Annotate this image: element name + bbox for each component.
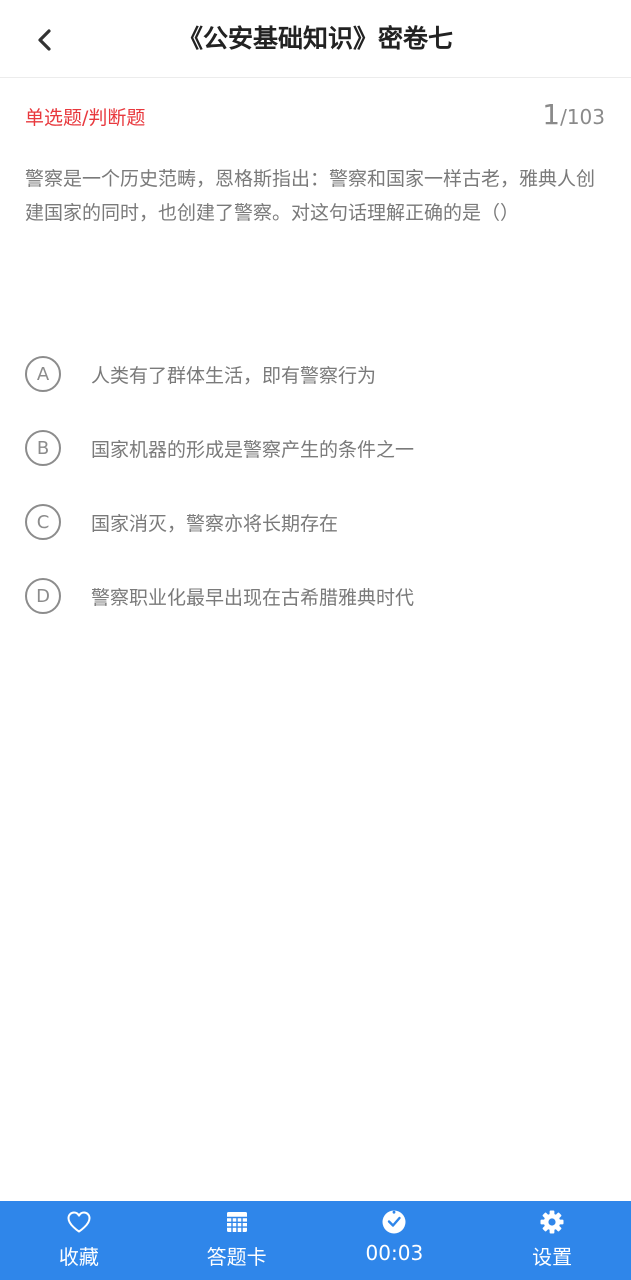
option-text: 国家机器的形成是警察产生的条件之一: [91, 438, 415, 461]
option-letter-badge: D: [25, 578, 61, 614]
page-title: 《公安基础知识》密卷七: [177, 24, 453, 53]
question-type-label: 单选题/判断题: [25, 107, 146, 129]
option-b[interactable]: B 国家机器的形成是警察产生的条件之一: [25, 428, 605, 468]
option-c[interactable]: C 国家消灭，警察亦将长期存在: [25, 502, 605, 542]
timer-display: 00:03: [316, 1201, 474, 1280]
option-text: 国家消灭，警察亦将长期存在: [91, 512, 339, 535]
timer-label: 00:03: [365, 1241, 424, 1265]
gear-icon: [539, 1209, 565, 1235]
heart-outline-icon: [66, 1209, 92, 1235]
chevron-left-icon: [38, 29, 51, 51]
answer-options: A 人类有了群体生活，即有警察行为 B 国家机器的形成是警察产生的条件之一 C …: [25, 354, 605, 650]
favorite-button[interactable]: 收藏: [0, 1201, 158, 1280]
settings-button[interactable]: 设置: [473, 1201, 631, 1280]
top-nav-bar: 《公安基础知识》密卷七: [0, 0, 631, 78]
option-letter-badge: C: [25, 504, 61, 540]
option-text: 警察职业化最早出现在古希腊雅典时代: [91, 586, 415, 609]
grid-card-icon: [226, 1209, 248, 1235]
progress-separator: /: [560, 105, 567, 129]
question-text: 警察是一个历史范畴，恩格斯指出：警察和国家一样古老，雅典人创建国家的同时，也创建…: [25, 168, 596, 224]
clock-icon: [381, 1209, 407, 1235]
option-a[interactable]: A 人类有了群体生活，即有警察行为: [25, 354, 605, 394]
option-text: 人类有了群体生活，即有警察行为: [91, 364, 377, 387]
answer-card-label: 答题卡: [206, 1245, 267, 1269]
total-question-count: 103: [566, 105, 605, 129]
back-button[interactable]: [22, 18, 66, 62]
question-progress: 1/103: [542, 98, 605, 131]
settings-label: 设置: [532, 1245, 573, 1269]
option-d[interactable]: D 警察职业化最早出现在古希腊雅典时代: [25, 576, 605, 616]
option-letter-badge: A: [25, 356, 61, 392]
answer-card-button[interactable]: 答题卡: [158, 1201, 316, 1280]
favorite-label: 收藏: [58, 1245, 99, 1269]
option-letter-badge: B: [25, 430, 61, 466]
bottom-toolbar: 收藏 答题卡 00:03 设置: [0, 1201, 631, 1280]
current-question-number: 1: [542, 98, 561, 131]
